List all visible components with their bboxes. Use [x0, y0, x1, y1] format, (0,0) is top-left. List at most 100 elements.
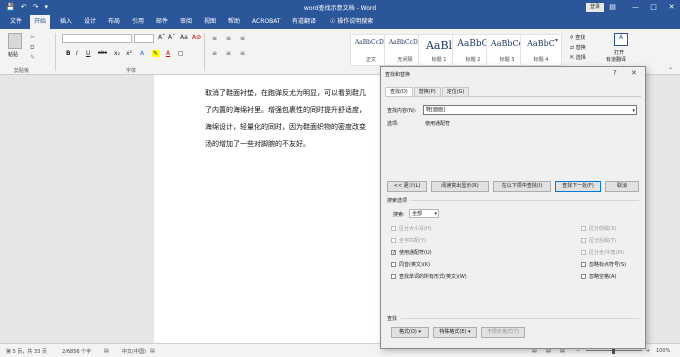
options-value: 使用通配符 — [425, 121, 451, 127]
tab-youdao[interactable]: 有道翻译 — [288, 15, 320, 29]
cancel-button[interactable]: 取消 — [605, 181, 639, 192]
find-replace-dialog: 查找和替换 ? ✕ 查找(D) 替换(P) 定位(G) 查找内容(N): 鞋[面… — [380, 66, 646, 349]
strikethrough-button[interactable]: abc — [98, 50, 107, 56]
window-title: word查找示意文档 - Word — [303, 5, 377, 12]
underline-button[interactable]: U — [86, 50, 90, 57]
format-button[interactable]: 格式(O) ▾ — [391, 327, 429, 338]
ignore-space-checkbox[interactable]: 忽略空格(A) — [581, 273, 616, 280]
tab-review[interactable]: 审阅 — [176, 15, 196, 29]
copy-icon[interactable]: ⧉ — [30, 44, 34, 52]
shrink-font-icon[interactable]: Aˇ — [168, 34, 175, 41]
cut-icon[interactable]: ✂ — [30, 34, 35, 41]
find-what-input[interactable]: 鞋[面面] ▾ — [423, 105, 637, 115]
word-count[interactable]: 2/6856 个字 — [62, 348, 91, 355]
less-button[interactable]: << 更少(L) — [387, 181, 427, 192]
match-prefix-checkbox[interactable]: 区分前缀(X) — [581, 225, 616, 232]
tab-help[interactable]: 帮助 — [224, 15, 244, 29]
font-size-select[interactable] — [134, 34, 154, 43]
tab-view[interactable]: 视图 — [200, 15, 220, 29]
italic-button[interactable]: I — [76, 50, 78, 57]
wildcards-checkbox[interactable]: ✓ 使用通配符(U) — [391, 249, 432, 256]
find-next-button[interactable]: 查找下一处(F) — [555, 181, 601, 192]
no-formatting-button[interactable]: 不限定格式(T) — [481, 327, 525, 338]
signin-button[interactable]: 登录 — [585, 3, 604, 12]
format-painter-icon[interactable]: ✎ — [30, 54, 35, 61]
special-button[interactable]: 特殊格式(E) ▾ — [433, 327, 477, 338]
match-suffix-checkbox[interactable]: 区分后缀(T) — [581, 237, 616, 244]
tab-mailings[interactable]: 邮件 — [152, 15, 172, 29]
tab-design[interactable]: 设计 — [80, 15, 100, 29]
tab-home[interactable]: 开始 — [30, 15, 51, 29]
translate-icon[interactable]: A — [614, 33, 628, 46]
font-name-select[interactable] — [62, 34, 132, 43]
doc-line[interactable]: 了内置的海绵衬里。增强包裹性的同时提升舒适度， — [205, 105, 366, 115]
find-what-label: 查找内容(N): — [387, 108, 417, 114]
reading-highlight-button[interactable]: 阅读突出显示(R) — [431, 181, 489, 192]
ribbon-display-options-icon[interactable]: ▤ — [604, 0, 621, 15]
grow-font-icon[interactable]: Aˆ — [158, 34, 165, 41]
match-width-checkbox[interactable]: 区分全/半角(M) — [581, 249, 624, 256]
language[interactable]: 中文(中国) — [122, 348, 146, 355]
page-count[interactable]: 第 5 页，共 33 页 — [6, 348, 47, 355]
chevron-down-icon[interactable]: ▾ — [632, 107, 635, 115]
font-color-button[interactable]: A — [166, 50, 170, 57]
align-left-icon[interactable]: ≡ — [212, 50, 217, 57]
checkbox-label: 全字匹配(Y) — [399, 238, 426, 244]
sounds-like-checkbox[interactable]: 同音(英文)(K) — [391, 261, 430, 268]
bold-button[interactable]: B — [66, 50, 71, 57]
maximize-button[interactable]: □ — [645, 0, 662, 15]
tab-acrobat[interactable]: ACROBAT — [248, 15, 285, 29]
zoom-in-icon[interactable]: + — [646, 348, 650, 354]
superscript-button[interactable]: x² — [126, 50, 132, 57]
macro-icon[interactable]: ▤ — [150, 348, 155, 354]
tab-goto[interactable]: 定位(G) — [441, 87, 470, 96]
close-window-button[interactable]: ✕ — [663, 0, 680, 15]
tab-layout[interactable]: 布局 — [104, 15, 124, 29]
change-case-icon[interactable]: Aa — [180, 34, 188, 41]
doc-line[interactable]: 取消了鞋面衬垫，在跑弹反尤为明显，可以看到鞋几 — [205, 88, 366, 98]
section-divider — [411, 200, 639, 201]
tell-me-search[interactable]: ☉ 操作说明搜索 — [326, 15, 377, 29]
close-icon[interactable]: ✕ — [631, 69, 637, 77]
select-button[interactable]: ⇱ 选择 — [570, 54, 586, 61]
zoom-level[interactable]: 100% — [656, 348, 670, 354]
help-icon[interactable]: ? — [613, 69, 617, 77]
subscript-button[interactable]: x₂ — [114, 50, 120, 57]
justify-icon[interactable]: ≡ — [240, 50, 245, 57]
find-in-button[interactable]: 在以下项中查找(I) — [493, 181, 551, 192]
checkbox-box — [581, 250, 586, 255]
tab-file[interactable]: 文件 — [6, 15, 26, 29]
find-button[interactable]: ⚲ 查找 — [570, 34, 585, 41]
tab-replace[interactable]: 替换(P) — [413, 87, 441, 96]
checkbox-label: 使用通配符(U) — [399, 250, 432, 256]
doc-line[interactable]: 汤的增加了一些对脚腕的不友好。 — [205, 139, 310, 149]
align-center-icon[interactable]: ≡ — [226, 50, 231, 57]
tab-insert[interactable]: 插入 — [56, 15, 76, 29]
checkbox-label: 区分全/半角(M) — [589, 250, 624, 256]
paste-icon[interactable] — [8, 33, 22, 49]
highlight-icon[interactable]: ✎ — [152, 50, 160, 57]
char-shading-icon[interactable]: ▢ — [178, 50, 184, 57]
multilevel-icon[interactable]: ≡ — [240, 35, 245, 42]
chevron-down-icon[interactable]: ▾ — [434, 210, 437, 218]
collapse-ribbon-icon[interactable]: ⌃ — [668, 67, 673, 74]
section-divider — [401, 318, 639, 319]
minimize-button[interactable]: — — [627, 0, 644, 15]
bullets-icon[interactable]: ≡ — [212, 35, 217, 42]
replace-label: 替换 — [575, 45, 586, 51]
styles-more-icon[interactable]: ▾ — [555, 37, 558, 44]
replace-button[interactable]: ⇄ 替换 — [570, 44, 586, 51]
search-direction-select[interactable]: 全部 ▾ — [409, 209, 439, 218]
proofing-icon[interactable]: ▤ — [104, 348, 109, 354]
clear-format-icon[interactable]: A⊘ — [192, 34, 201, 41]
checkbox-label: 区分后缀(T) — [589, 238, 616, 244]
tab-find[interactable]: 查找(D) — [385, 87, 413, 96]
doc-line[interactable]: 海绵设计，轻量化的同时，因为鞋面织物的密度改变 — [205, 122, 366, 132]
tab-references[interactable]: 引用 — [128, 15, 148, 29]
match-case-checkbox[interactable]: 区分大小写(H) — [391, 225, 432, 232]
numbering-icon[interactable]: ≡ — [226, 35, 231, 42]
word-forms-checkbox[interactable]: 查找单词的所有形式(英文)(W) — [391, 273, 467, 280]
ignore-punctuation-checkbox[interactable]: 忽略标点符号(S) — [581, 261, 626, 268]
whole-words-checkbox[interactable]: 全字匹配(Y) — [391, 237, 426, 244]
text-effects-button[interactable]: A — [140, 50, 144, 57]
